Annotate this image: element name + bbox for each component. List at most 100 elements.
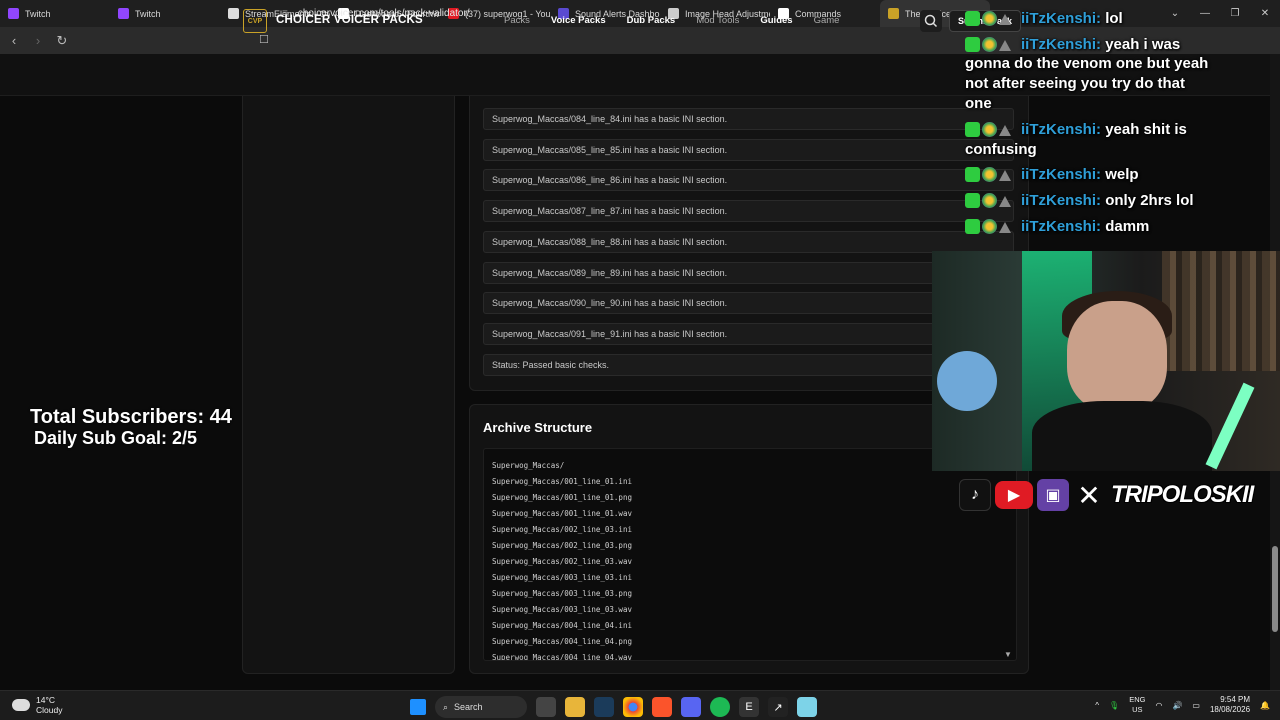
system-tray: ^ 🎙 ENG US ◠ 🔊 ▭ 9:54 PM 18/08/2026 🔔 <box>1095 695 1270 715</box>
tab-list-icon[interactable]: ⌄ <box>1160 0 1190 27</box>
archive-file-list[interactable]: Superwog_Maccas/Superwog_Maccas/001_line… <box>483 448 1017 661</box>
daily-sub-goal: Daily Sub Goal: 2/5 <box>34 428 198 448</box>
chat-message: not after seeing you try do that <box>965 75 1185 92</box>
discord-icon[interactable] <box>681 697 701 717</box>
archive-line: Superwog_Maccas/003_line_03.wav <box>492 605 632 614</box>
language-indicator[interactable]: ENG US <box>1129 695 1145 715</box>
chat-message: iiTzKenshi: yeah i was <box>1021 36 1180 53</box>
chat-badge-icon <box>999 39 1011 51</box>
chat-text: damm <box>1105 218 1150 235</box>
site-logo-text[interactable]: CHOICER VOICER PACKS <box>276 14 423 26</box>
battery-icon[interactable]: ▭ <box>1192 701 1200 710</box>
chat-username: iiTzKenshi: <box>1021 218 1102 235</box>
archive-structure-title: Archive Structure <box>483 420 593 435</box>
sidebar-panel <box>242 96 455 674</box>
steam-icon[interactable] <box>594 697 614 717</box>
page-scrollbar-thumb[interactable] <box>1272 546 1278 632</box>
tab-title: Twitch <box>135 8 161 19</box>
youtube-icon: ▶ <box>995 481 1033 509</box>
tab-favicon-icon <box>8 8 19 19</box>
report-row: Superwog_Maccas/087_line_87.ini has a ba… <box>483 200 1014 223</box>
weather-widget[interactable]: 14°C Cloudy <box>12 695 62 715</box>
site-nav: Packs Voice Packs Dub Packs Mod Tools Guides… <box>504 15 860 26</box>
chat-badges <box>965 122 1011 137</box>
chat-badges <box>965 193 1011 208</box>
file-explorer-icon[interactable] <box>565 697 585 717</box>
cloud-icon <box>12 699 30 711</box>
chat-badge-icon <box>965 219 980 234</box>
browser-tab[interactable]: Twitch <box>110 0 220 27</box>
chat-badges <box>965 37 1011 52</box>
back-icon[interactable]: ‹ <box>4 31 24 51</box>
tray-overflow-icon[interactable]: ^ <box>1095 701 1099 710</box>
reload-icon[interactable]: ↻ <box>52 31 72 51</box>
archive-line: Superwog_Maccas/002_line_03.wav <box>492 557 632 566</box>
close-icon[interactable]: ✕ <box>1250 0 1280 27</box>
nav-item[interactable]: Guides <box>760 15 792 26</box>
archive-line: Superwog_Maccas/002_line_03.png <box>492 541 632 550</box>
nav-item[interactable]: Dub Packs <box>627 15 676 26</box>
search-icon[interactable] <box>920 10 942 32</box>
epic-games-icon[interactable]: E <box>739 697 759 717</box>
chat-text: welp <box>1105 166 1139 183</box>
spotify-icon[interactable] <box>710 697 730 717</box>
chat-badges <box>965 11 1011 26</box>
tab-favicon-icon <box>118 8 129 19</box>
tiktok-icon: ♪ <box>959 479 991 511</box>
clock[interactable]: 9:54 PM 18/08/2026 <box>1210 695 1250 715</box>
windows-taskbar: 14°C Cloudy ⌕ Search E ↗ ^ 🎙 ENG US ◠ 🔊 … <box>0 690 1280 720</box>
archive-line: Superwog_Maccas/002_line_03.ini <box>492 525 632 534</box>
chat-badge-icon <box>999 124 1011 136</box>
app-icon[interactable]: ↗ <box>768 697 788 717</box>
chat-badge-icon <box>999 13 1011 25</box>
tab-title: Twitch <box>25 8 51 19</box>
nav-item[interactable]: Game <box>814 15 840 26</box>
chat-badges <box>965 219 1011 234</box>
archive-line: Superwog_Maccas/001_line_01.ini <box>492 477 632 486</box>
nav-item[interactable]: Packs <box>504 15 530 26</box>
nav-item[interactable]: Voice Packs <box>551 15 606 26</box>
scroll-down-icon[interactable]: ▼ <box>1004 650 1012 659</box>
chat-badge-icon <box>965 167 980 182</box>
chat-badges <box>965 167 1011 182</box>
archive-line: Superwog_Maccas/001_line_01.png <box>492 493 632 502</box>
chat-username: iiTzKenshi: <box>1021 166 1102 183</box>
maximize-icon[interactable]: ❐ <box>1220 0 1250 27</box>
chat-badge-icon <box>982 122 997 137</box>
notification-icon[interactable]: 🔔 <box>1260 701 1270 710</box>
wifi-icon[interactable]: ◠ <box>1155 701 1162 710</box>
chat-username: iiTzKenshi: <box>1021 121 1102 138</box>
twitch-icon: ▣ <box>1037 479 1069 511</box>
chat-badge-icon <box>982 193 997 208</box>
chat-badge-icon <box>982 37 997 52</box>
chat-badge-icon <box>982 11 997 26</box>
taskbar-search[interactable]: ⌕ Search <box>435 696 527 718</box>
chat-text: not after seeing you try do that <box>965 75 1186 92</box>
site-logo-icon[interactable]: CVP <box>243 9 267 33</box>
chat-username: iiTzKenshi: <box>1021 10 1102 27</box>
nav-item[interactable]: Mod Tools <box>696 15 739 26</box>
brave-icon[interactable] <box>652 697 672 717</box>
microphone-icon[interactable]: 🎙 <box>1109 701 1119 710</box>
subscriber-overlay: Total Subscribers: 44 Daily Sub Goal: 2/… <box>30 407 232 449</box>
notepad-icon[interactable] <box>797 697 817 717</box>
start-icon[interactable] <box>410 699 426 715</box>
chrome-icon[interactable] <box>623 697 643 717</box>
report-row: Superwog_Maccas/085_line_85.ini has a ba… <box>483 138 1014 161</box>
chat-badge-icon <box>999 169 1011 181</box>
report-row: Superwog_Maccas/086_line_86.ini has a ba… <box>483 169 1014 192</box>
chat-text: one <box>965 95 992 112</box>
bookmark-icon[interactable]: ☐ <box>259 33 269 46</box>
social-handle: TRIPOLOSKII <box>1111 481 1254 508</box>
chat-text: yeah shit is <box>1105 121 1187 138</box>
chat-text: lol <box>1105 10 1123 27</box>
report-row: Superwog_Maccas/088_line_88.ini has a ba… <box>483 230 1014 253</box>
chat-badge-icon <box>982 219 997 234</box>
minimize-icon[interactable]: — <box>1190 0 1220 27</box>
forward-icon[interactable]: › <box>28 31 48 51</box>
task-view-icon[interactable] <box>536 697 556 717</box>
archive-line: Superwog_Maccas/004_line_04.png <box>492 637 632 646</box>
chat-text: only 2hrs lol <box>1105 192 1194 209</box>
browser-tab[interactable]: Twitch <box>0 0 110 27</box>
volume-icon[interactable]: 🔊 <box>1172 701 1182 710</box>
